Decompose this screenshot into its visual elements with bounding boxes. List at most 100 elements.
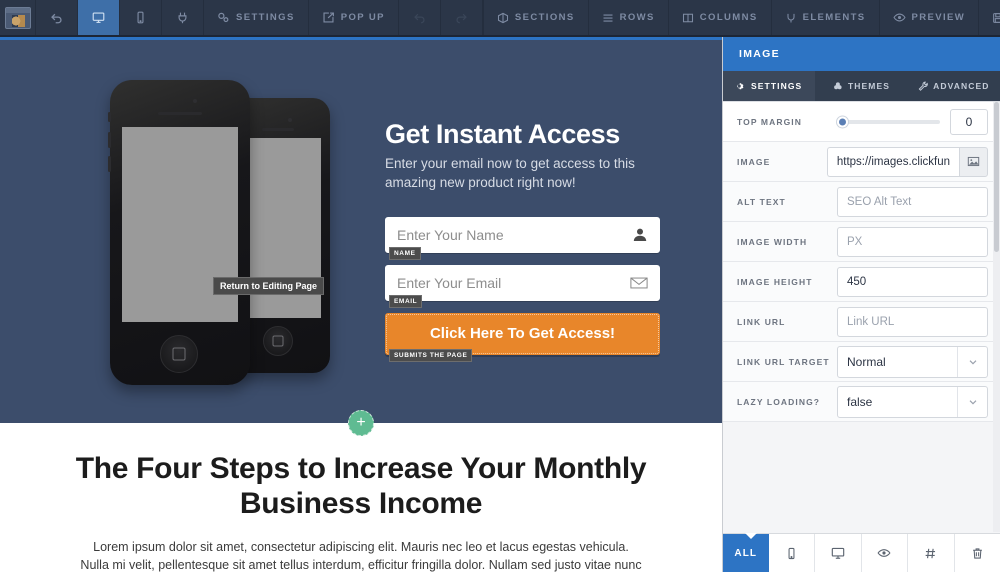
add-section-button[interactable]: +	[348, 410, 374, 436]
return-to-editing-tooltip[interactable]: Return to Editing Page	[213, 277, 325, 295]
panel-tabs: SETTINGS THEMES ADVANCED	[723, 71, 1000, 101]
tab-advanced[interactable]: ADVANCED	[908, 71, 1000, 101]
lazy-loading-select[interactable]: false	[837, 385, 988, 418]
email-field-tag: EMAIL	[389, 294, 423, 308]
preview-button[interactable]: PREVIEW	[878, 0, 979, 35]
redo-button[interactable]	[441, 0, 483, 35]
rows-button[interactable]: ROWS	[587, 0, 668, 35]
row-link-url-target: LINK URL TARGET Normal	[723, 342, 1000, 382]
footer-delete-button[interactable]	[955, 534, 1000, 572]
columns-button[interactable]: COLUMNS	[667, 0, 771, 35]
footer-desktop-button[interactable]	[815, 534, 862, 572]
popup-button-label: POP UP	[340, 12, 385, 23]
image-height-input[interactable]: 450	[837, 266, 988, 297]
sections-button-label: SECTIONS	[514, 12, 575, 23]
image-width-input[interactable]: PX	[837, 226, 988, 257]
top-margin-control: 0	[837, 108, 988, 135]
footer-mobile-button[interactable]	[769, 534, 815, 572]
hero-copy-block: Get Instant Access Enter your email now …	[385, 120, 675, 367]
gears-icon	[217, 11, 230, 24]
panel-title: IMAGE	[723, 37, 1000, 71]
email-input[interactable]: Enter Your Email	[385, 264, 660, 301]
row-alt-text: ALT TEXT SEO Alt Text	[723, 182, 1000, 222]
cta-tag: SUBMITS THE PAGE	[389, 348, 473, 362]
themes-icon	[833, 81, 843, 91]
undo-icon	[413, 11, 426, 24]
name-field-tag: NAME	[389, 246, 421, 260]
elements-icon	[785, 12, 797, 24]
row-lazy-loading: LAZY LOADING? false	[723, 382, 1000, 422]
alt-text-input[interactable]: SEO Alt Text	[837, 186, 988, 217]
rows-button-label: ROWS	[619, 12, 655, 23]
link-url-target-select[interactable]: Normal	[837, 345, 988, 378]
section-heading[interactable]: The Four Steps to Increase Your Monthly …	[0, 451, 722, 522]
top-margin-label: TOP MARGIN	[737, 116, 802, 127]
popup-button[interactable]: POP UP	[309, 0, 399, 35]
redo-icon	[455, 11, 468, 24]
email-input-placeholder: Enter Your Email	[397, 274, 502, 291]
save-icon	[992, 12, 1000, 24]
settings-button[interactable]: SETTINGS	[204, 0, 309, 35]
desktop-icon	[831, 546, 845, 560]
trash-icon	[971, 547, 984, 560]
settings-button-label: SETTINGS	[236, 12, 295, 23]
alt-text-control: SEO Alt Text	[837, 186, 988, 217]
phone-mockup-image[interactable]: Return to Editing Page	[100, 80, 350, 390]
link-url-target-label: LINK URL TARGET	[737, 356, 830, 367]
top-margin-slider[interactable]	[837, 116, 940, 127]
top-toolbar: SETTINGS POP UP SECTIONS ROWS COLUMNS EL…	[0, 0, 1000, 37]
footer-css-id-button[interactable]	[908, 534, 955, 572]
eye-icon	[892, 11, 906, 24]
image-label: IMAGE	[737, 156, 771, 167]
mobile-icon	[785, 547, 798, 560]
tab-settings-label: SETTINGS	[751, 81, 803, 91]
row-link-url: LINK URL Link URL	[723, 302, 1000, 342]
clickfunnels-logo-icon	[4, 6, 31, 29]
panel-body: TOP MARGIN 0 IMAGE https://images.clickf…	[723, 101, 1000, 533]
integrations-button[interactable]	[162, 0, 204, 35]
mobile-view-button[interactable]	[120, 0, 162, 35]
tab-settings[interactable]: SETTINGS	[723, 71, 816, 101]
section-paragraph[interactable]: Lorem ipsum dolor sit amet, consectetur …	[0, 538, 722, 572]
save-button[interactable]: SAVE	[978, 0, 1000, 35]
footer-visibility-button[interactable]	[862, 534, 908, 572]
content-section[interactable]: The Four Steps to Increase Your Monthly …	[0, 423, 722, 572]
tab-themes[interactable]: THEMES	[815, 71, 907, 101]
back-button[interactable]	[36, 0, 78, 35]
hero-section[interactable]: Return to Editing Page Get Instant Acces…	[0, 37, 722, 436]
app-logo-button[interactable]	[0, 0, 36, 35]
hero-headline[interactable]: Get Instant Access	[385, 120, 675, 149]
phone-camera-icon	[193, 99, 197, 103]
optin-form: Enter Your Name NAME Enter Your Email EM…	[385, 216, 675, 362]
name-input[interactable]: Enter Your Name	[385, 216, 660, 253]
tab-advanced-label: ADVANCED	[933, 81, 990, 91]
hero-subheadline[interactable]: Enter your email now to get access to th…	[385, 155, 675, 191]
columns-icon	[682, 12, 694, 24]
hash-icon	[924, 547, 937, 560]
name-input-placeholder: Enter Your Name	[397, 226, 504, 243]
undo-button[interactable]	[399, 0, 441, 35]
panel-scrollbar[interactable]	[993, 102, 1000, 532]
link-url-target-control: Normal	[837, 345, 988, 378]
top-margin-value[interactable]: 0	[950, 108, 988, 135]
element-settings-panel: IMAGE SETTINGS THEMES ADVANCED TOP MARGI…	[722, 37, 1000, 572]
footer-all-button[interactable]: ALL	[723, 534, 769, 572]
lazy-loading-control: false	[837, 385, 988, 418]
image-width-label: IMAGE WIDTH	[737, 236, 808, 247]
image-height-control: 450	[837, 266, 988, 297]
page-canvas: Return to Editing Page Get Instant Acces…	[0, 37, 722, 572]
desktop-view-button[interactable]	[78, 0, 120, 35]
phone-camera-icon	[288, 118, 292, 122]
elements-button[interactable]: ELEMENTS	[770, 0, 879, 35]
row-image-width: IMAGE WIDTH PX	[723, 222, 1000, 262]
panel-scrollbar-thumb[interactable]	[994, 102, 999, 252]
phone-front	[108, 80, 250, 385]
picture-icon[interactable]	[959, 146, 988, 177]
top-margin-slider-knob[interactable]	[837, 116, 848, 127]
gear-icon	[736, 81, 746, 91]
row-image: IMAGE https://images.clickfun	[723, 142, 1000, 182]
image-url-input[interactable]: https://images.clickfun	[826, 146, 959, 177]
phone-home-button	[263, 326, 293, 356]
link-url-input[interactable]: Link URL	[837, 306, 988, 337]
sections-button[interactable]: SECTIONS	[482, 0, 588, 35]
